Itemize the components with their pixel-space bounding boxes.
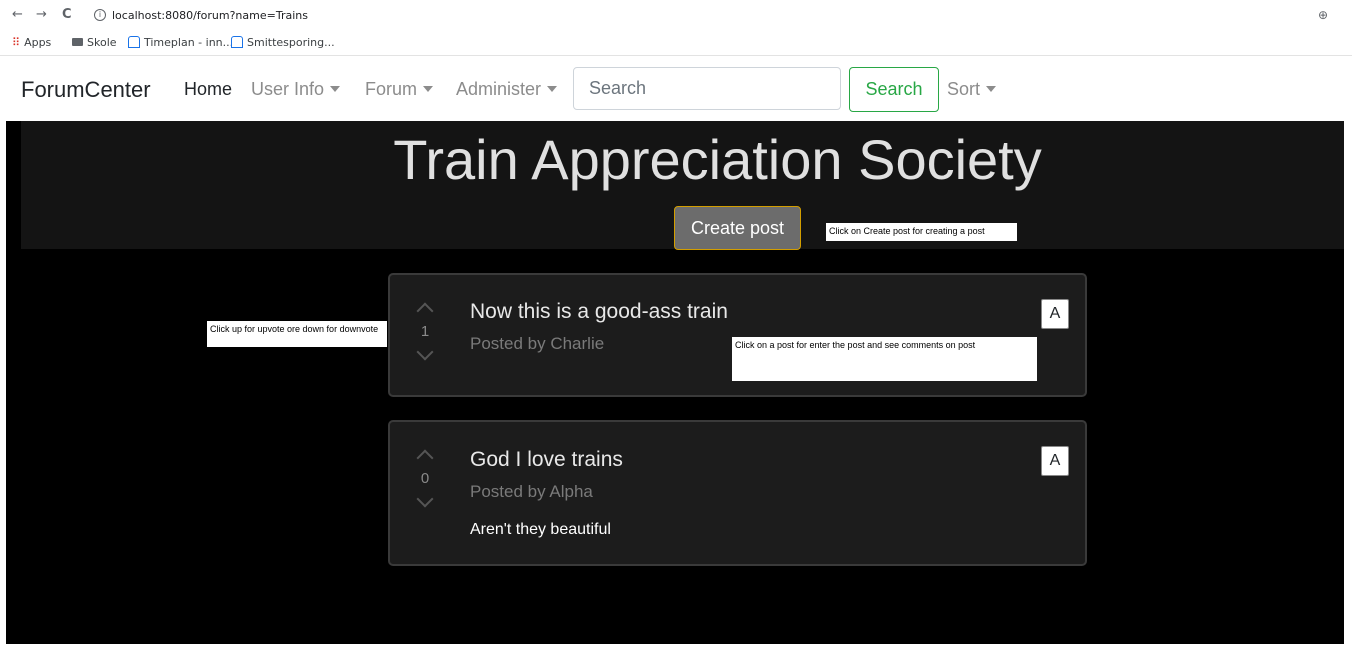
vote-count: 1 (420, 323, 430, 340)
bookmarks-bar: ⠿ Apps Skole Timeplan - inn... Smittespor… (0, 33, 1352, 55)
bookmark-timeplan[interactable]: Timeplan - inn... (128, 36, 233, 49)
forum-content: Train Appreciation Society Create post C… (6, 121, 1344, 644)
search-input[interactable] (573, 67, 841, 110)
page: ← → C i localhost:8080/forum?name=Trains… (0, 0, 1352, 646)
vote-note: Click up for upvote ore down for downvot… (207, 321, 387, 347)
address-bar: ← → C i localhost:8080/forum?name=Trains… (0, 0, 1352, 32)
nav-sort[interactable]: Sort (947, 79, 997, 100)
reload-icon[interactable]: C (62, 7, 72, 22)
nav-administer[interactable]: Administer (456, 79, 558, 100)
post-author: Posted by Alpha (470, 482, 593, 501)
post-note: Click on a post for enter the post and s… (732, 337, 1037, 381)
forum-title: Train Appreciation Society (393, 128, 1042, 191)
search-button[interactable]: Search (849, 67, 939, 112)
web-icon (231, 36, 243, 48)
bookmark-apps[interactable]: ⠿ Apps (12, 36, 51, 49)
web-icon (128, 36, 140, 48)
vote-controls: 1 (410, 302, 440, 361)
post-body: Aren't they beautiful (470, 521, 611, 538)
post-author: Posted by Charlie (470, 334, 605, 353)
post-title[interactable]: Now this is a good-ass train (470, 300, 728, 324)
app-navbar: ForumCenter Home User Info Forum Adminis… (6, 57, 1346, 121)
bookmark-skole[interactable]: Skole (72, 36, 117, 49)
vote-controls: 0 (410, 449, 440, 508)
vote-count: 0 (420, 470, 430, 487)
chevron-up-icon[interactable] (416, 449, 434, 467)
back-arrow-icon[interactable]: ← (12, 7, 23, 22)
url-text[interactable]: localhost:8080/forum?name=Trains (112, 9, 308, 22)
create-post-button[interactable]: Create post (674, 206, 801, 250)
nav-home[interactable]: Home (184, 79, 232, 100)
apps-grid-icon: ⠿ (12, 36, 21, 49)
caret-down-icon (423, 86, 434, 92)
post-action-button[interactable]: A (1041, 446, 1069, 476)
caret-down-icon (330, 86, 341, 92)
post-action-button[interactable]: A (1041, 299, 1069, 329)
site-info-icon[interactable]: i (94, 9, 106, 21)
post-title[interactable]: God I love trains (470, 448, 623, 472)
brand-logo[interactable]: ForumCenter (21, 77, 151, 103)
bookmark-smittesporing[interactable]: Smittesporing... (231, 36, 335, 49)
nav-forum[interactable]: Forum (365, 79, 434, 100)
browser-chrome: ← → C i localhost:8080/forum?name=Trains… (0, 0, 1352, 56)
caret-down-icon (986, 86, 997, 92)
chevron-up-icon[interactable] (416, 302, 434, 320)
zoom-icon[interactable]: ⊕ (1318, 8, 1328, 22)
chevron-down-icon[interactable] (416, 490, 434, 508)
window-edge (1344, 121, 1352, 646)
post-card[interactable]: 0 God I love trains Posted by Alpha Aren… (388, 420, 1087, 566)
chevron-down-icon[interactable] (416, 343, 434, 361)
forward-arrow-icon[interactable]: → (36, 7, 47, 22)
create-post-note: Click on Create post for creating a post (826, 223, 1017, 241)
caret-down-icon (547, 86, 558, 92)
nav-user-info[interactable]: User Info (251, 79, 341, 100)
folder-icon (72, 38, 83, 46)
